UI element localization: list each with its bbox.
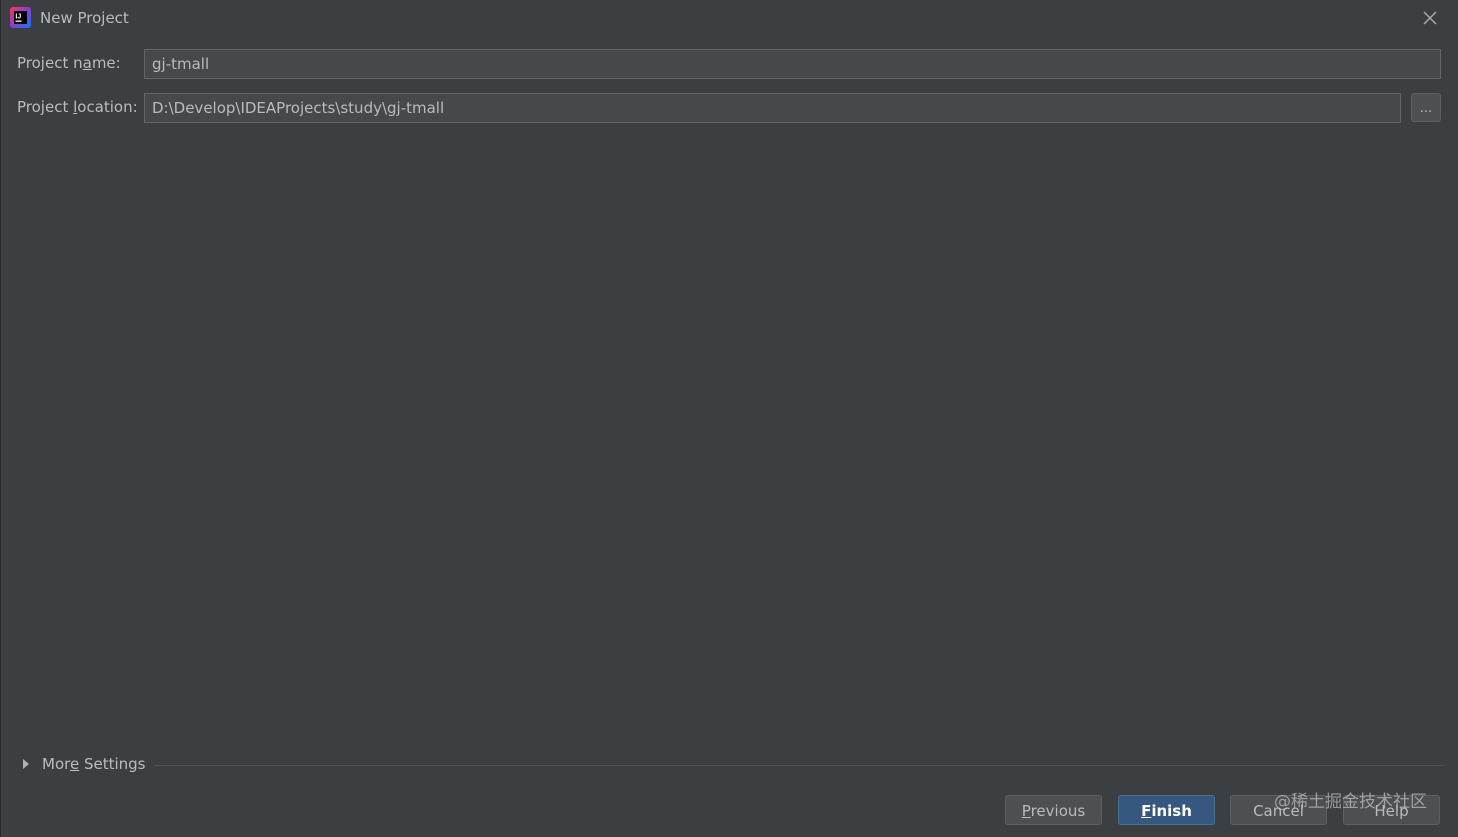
more-settings-separator: [154, 765, 1444, 766]
triangle-right-icon: [21, 757, 31, 771]
project-location-input[interactable]: [144, 93, 1401, 123]
previous-button[interactable]: Previous: [1005, 795, 1102, 825]
project-name-label: Project name:: [17, 54, 121, 72]
project-name-mnemonic: a: [82, 54, 92, 72]
title-bar: IJ New Project: [1, 0, 1458, 36]
finish-button[interactable]: Finish: [1118, 795, 1215, 825]
new-project-dialog: IJ New Project Project name: Project loc…: [0, 0, 1458, 837]
more-settings-label: More Settings: [42, 755, 146, 773]
project-location-label: Project location:: [17, 98, 138, 116]
project-name-input[interactable]: [144, 49, 1441, 79]
close-icon[interactable]: [1419, 7, 1441, 29]
help-button[interactable]: Help: [1343, 795, 1440, 825]
cancel-button[interactable]: Cancel: [1230, 795, 1327, 825]
intellij-idea-icon: IJ: [10, 7, 31, 28]
svg-text:IJ: IJ: [15, 14, 21, 21]
window-title: New Project: [40, 9, 129, 27]
browse-location-button[interactable]: ...: [1411, 93, 1441, 122]
